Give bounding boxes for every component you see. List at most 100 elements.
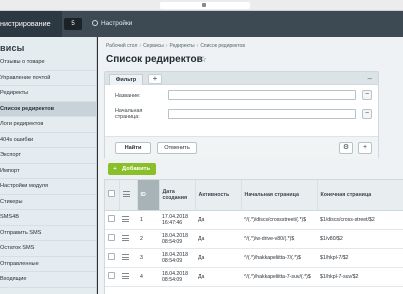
sidebar-item[interactable]: Отправленные	[0, 257, 96, 272]
column-id[interactable]: ID	[137, 180, 160, 211]
table-row[interactable]: 3 18.04.2018 08:54:09 Да ^/(.*)/hakkapeliitt…	[105, 248, 403, 268]
sidebar-item[interactable]: Стикеры	[0, 195, 96, 210]
cancel-button[interactable]: Отменить	[157, 142, 197, 154]
find-button[interactable]: Найти	[115, 142, 151, 154]
sidebar-item[interactable]: Управление почтой	[0, 71, 96, 86]
start-page-input[interactable]	[168, 109, 356, 119]
cell-id: 2	[137, 229, 159, 249]
row-select-cell	[105, 267, 119, 287]
row-actions-cell	[119, 248, 137, 268]
breadcrumb-separator: ›	[196, 43, 199, 49]
breadcrumb-item[interactable]: Редиректы	[169, 43, 194, 49]
breadcrumb-item[interactable]: Рабочий стол	[106, 43, 137, 49]
sidebar-item[interactable]: Импорт	[0, 164, 96, 179]
remove-name-field-button[interactable]: −	[362, 90, 372, 100]
settings-link[interactable]: Настройки	[92, 11, 132, 37]
breadcrumb-separator: ›	[165, 43, 168, 49]
browser-toolbar	[0, 0, 403, 11]
plus-icon: +	[362, 144, 368, 151]
row-checkbox[interactable]	[108, 272, 115, 279]
menu-icon[interactable]	[122, 190, 130, 197]
breadcrumb-item[interactable]: Сервисы	[143, 43, 164, 49]
cell-id: 3	[137, 248, 159, 268]
menu-icon[interactable]	[122, 253, 129, 260]
cell-date: 18.04.2018 08:54:09	[159, 267, 195, 287]
remove-start-page-field-button[interactable]: −	[362, 109, 372, 119]
menu-icon[interactable]	[122, 215, 129, 222]
row-actions-cell	[119, 229, 137, 249]
table-header: ID Дата создания Активность Начальная ст…	[105, 180, 403, 211]
lock-icon	[202, 2, 206, 7]
page-title: Список редиректов	[106, 54, 203, 65]
add-button[interactable]: + Добавить	[108, 163, 156, 175]
cell-to: $1/discs/cross-street/$2	[317, 210, 403, 230]
filter-settings-button[interactable]: ⚙	[339, 142, 353, 154]
table-row[interactable]: 2 18.04.2018 08:54:09 Да ^/(.*)/w-drive-v80/…	[105, 229, 403, 249]
row-checkbox[interactable]	[108, 234, 115, 241]
plus-icon: +	[113, 166, 117, 172]
sidebar-item[interactable]: 404s ошибки	[0, 133, 96, 148]
gear-icon	[92, 20, 98, 27]
sidebar-item[interactable]: Остаток SMS	[0, 241, 96, 257]
tab-filter[interactable]: Фильтр	[109, 74, 143, 85]
sidebar-item[interactable]: Входящие	[0, 272, 96, 288]
cell-from: ^/(.*)/hakkapeliitta-7-suv/(.*)$	[241, 267, 317, 287]
sidebar-item[interactable]: SMS4B	[0, 210, 96, 226]
notifications-badge[interactable]: 5	[64, 18, 82, 30]
column-active[interactable]: Активность	[195, 180, 242, 211]
sidebar-item[interactable]: Редиректы	[0, 86, 96, 102]
cell-active: Да	[195, 229, 241, 249]
column-date[interactable]: Дата создания	[159, 180, 196, 211]
address-bar[interactable]	[160, 2, 250, 9]
brand-title[interactable]: нистрирование	[0, 11, 62, 37]
row-checkbox[interactable]	[108, 253, 115, 260]
admin-topbar: нистрирование 5 Настройки	[0, 11, 403, 37]
cell-to: $1/hkpl-7-suv/$2	[317, 267, 403, 287]
row-select-cell	[105, 210, 119, 230]
cell-active: Да	[195, 210, 241, 230]
filter-tabs: Фильтр + ‒	[105, 72, 378, 85]
select-all-cell	[105, 180, 120, 211]
cell-from: ^/(.*)/hakkapeliitta-7/(.*)$	[241, 248, 317, 268]
sidebar-item[interactable]: Отправить SMS	[0, 226, 96, 241]
cell-from: ^/(.*)/discs/crossstreet/(.*)$	[241, 210, 317, 230]
column-to[interactable]: Конечная страница	[317, 180, 403, 211]
redirects-table: ID Дата создания Активность Начальная ст…	[104, 179, 403, 294]
sidebar-item[interactable]: Отзывы о товаре	[0, 55, 96, 71]
star-icon[interactable]: ☆	[199, 54, 207, 65]
cell-active: Да	[195, 248, 241, 268]
breadcrumb-item[interactable]: Список редиректов	[200, 43, 245, 49]
row-select-cell	[105, 229, 119, 249]
sidebar-item[interactable]: Список редиректов	[0, 101, 96, 117]
cell-active: Да	[195, 267, 241, 287]
collapse-filter-button[interactable]: ‒	[368, 73, 372, 84]
sidebar-item[interactable]: Логи редиректов	[0, 117, 96, 133]
sidebar-item[interactable]: Настройки модуля	[0, 179, 96, 195]
cell-to: $1/v80/$2	[317, 229, 403, 249]
row-actions-cell	[119, 267, 137, 287]
name-input[interactable]	[168, 90, 356, 100]
start-page-field-label: Начальная страница:	[115, 108, 143, 120]
cell-date-time: 16:47:46	[162, 219, 183, 226]
breadcrumb: Рабочий стол › Сервисы › Редиректы › Список ре…	[106, 43, 245, 49]
cell-date: 17.04.2018 16:47:46	[159, 210, 195, 230]
table-row[interactable]: 1 17.04.2018 16:47:46 Да ^/(.*)/discs/crosss…	[105, 210, 403, 230]
add-field-button[interactable]: +	[358, 142, 372, 154]
column-from[interactable]: Начальная страница	[241, 180, 318, 211]
actions-header	[119, 180, 138, 211]
add-filter-button[interactable]: +	[148, 74, 162, 84]
sidebar-item[interactable]: Экспорт	[0, 148, 96, 164]
cell-date-time: 08:54:09	[162, 276, 183, 283]
gear-icon: ⚙	[342, 144, 350, 151]
cell-id: 1	[137, 210, 159, 230]
menu-icon[interactable]	[122, 234, 129, 241]
breadcrumb-separator: ›	[139, 43, 142, 49]
menu-icon[interactable]	[122, 272, 129, 279]
cell-date-time: 08:54:09	[162, 238, 183, 245]
row-checkbox[interactable]	[108, 215, 115, 222]
select-all-checkbox[interactable]	[108, 190, 115, 198]
cell-from: ^/(.*)/w-drive-v80/(.*)$	[241, 229, 317, 249]
table-row[interactable]: 4 18.04.2018 08:54:09 Да ^/(.*)/hakkapeliitt…	[105, 267, 403, 287]
add-button-label: Добавить	[122, 166, 151, 172]
cell-date: 18.04.2018 08:54:09	[159, 248, 195, 268]
